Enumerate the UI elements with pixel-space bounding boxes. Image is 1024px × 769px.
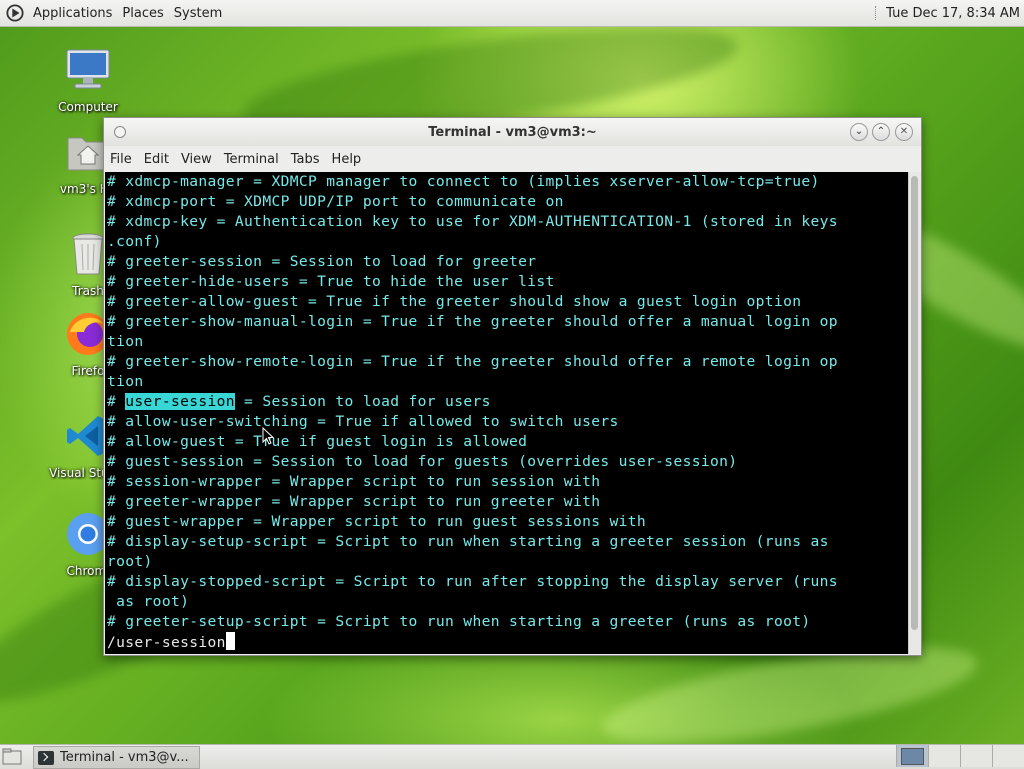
top-panel: Applications Places System Tue Dec 17, 8… bbox=[0, 0, 1024, 27]
terminal-line-highlighted: # user-session = Session to load for use… bbox=[105, 392, 908, 412]
workspace-3[interactable] bbox=[960, 745, 992, 767]
terminal-line: # greeter-wrapper = Wrapper script to ru… bbox=[107, 493, 601, 510]
terminal-line: # greeter-show-remote-login = True if th… bbox=[107, 353, 838, 370]
terminal-line: tion bbox=[107, 333, 144, 350]
menu-system[interactable]: System bbox=[169, 6, 227, 21]
search-match-highlight: user-session bbox=[125, 393, 235, 410]
terminal-icon bbox=[38, 750, 54, 765]
text-cursor bbox=[225, 632, 235, 650]
desktop-icon-label: Computer bbox=[58, 100, 118, 114]
window-menu-icon[interactable] bbox=[114, 126, 126, 138]
taskbar-item-label: Terminal - vm3@v... bbox=[60, 750, 189, 765]
line-rest: = Session to load for users bbox=[234, 393, 491, 410]
terminal-line: # display-setup-script = Script to run w… bbox=[107, 533, 829, 550]
menu-view[interactable]: View bbox=[175, 152, 218, 167]
scrollbar-thumb[interactable] bbox=[911, 176, 918, 630]
bottom-panel: Terminal - vm3@v... bbox=[0, 744, 1024, 769]
workspace-window-thumb bbox=[901, 748, 924, 765]
line-prefix: # bbox=[107, 393, 126, 410]
terminal-line: as root) bbox=[107, 593, 190, 610]
terminal-line: # allow-guest = True if guest login is a… bbox=[107, 433, 528, 450]
menu-file[interactable]: File bbox=[104, 152, 138, 167]
terminal-scrollbar[interactable] bbox=[908, 172, 921, 654]
menu-places[interactable]: Places bbox=[117, 6, 168, 21]
menu-tabs[interactable]: Tabs bbox=[285, 152, 326, 167]
terminal-line: # greeter-allow-guest = True if the gree… bbox=[107, 293, 802, 310]
terminal-prompt-line[interactable]: /user-session bbox=[105, 632, 908, 652]
menu-terminal[interactable]: Terminal bbox=[218, 152, 285, 167]
minimize-button[interactable]: ⌄ bbox=[850, 123, 868, 141]
show-desktop-icon[interactable] bbox=[2, 748, 22, 765]
terminal-line: # guest-wrapper = Wrapper script to run … bbox=[107, 513, 647, 530]
terminal-line: # guest-session = Session to load for gu… bbox=[107, 453, 738, 470]
terminal-menubar: File Edit View Terminal Tabs Help bbox=[104, 146, 921, 172]
workspace-2[interactable] bbox=[928, 745, 960, 767]
close-button[interactable]: ✕ bbox=[895, 123, 913, 141]
terminal-line: # greeter-show-manual-login = True if th… bbox=[107, 313, 838, 330]
clock[interactable]: Tue Dec 17, 8:34 AM bbox=[886, 6, 1024, 21]
menu-help[interactable]: Help bbox=[326, 152, 368, 167]
terminal-line: # xdmcp-key = Authentication key to use … bbox=[107, 213, 838, 230]
terminal-title: Terminal - vm3@vm3:~ bbox=[428, 124, 597, 140]
terminal-line: # display-stopped-script = Script to run… bbox=[107, 573, 838, 590]
terminal-line: tion bbox=[107, 373, 144, 390]
terminal-titlebar[interactable]: Terminal - vm3@vm3:~ ⌄ ⌃ ✕ bbox=[104, 118, 921, 146]
maximize-button[interactable]: ⌃ bbox=[872, 123, 890, 141]
terminal-line: # greeter-session = Session to load for … bbox=[107, 253, 537, 270]
terminal-window[interactable]: Terminal - vm3@vm3:~ ⌄ ⌃ ✕ File Edit Vie… bbox=[103, 117, 922, 656]
workspace-4[interactable] bbox=[992, 745, 1024, 767]
terminal-line: # allow-user-switching = True if allowed… bbox=[107, 413, 619, 430]
terminal-line: # session-wrapper = Wrapper script to ru… bbox=[107, 473, 601, 490]
terminal-line: root) bbox=[107, 553, 153, 570]
terminal-screen[interactable]: # xdmcp-manager = XDMCP manager to conne… bbox=[105, 172, 908, 654]
workspace-1[interactable] bbox=[896, 745, 928, 767]
os-logo-icon[interactable] bbox=[6, 4, 24, 22]
top-panel-right: Tue Dec 17, 8:34 AM bbox=[875, 0, 1024, 26]
terminal-line: .conf) bbox=[107, 233, 162, 250]
menu-applications[interactable]: Applications bbox=[28, 6, 117, 21]
mouse-pointer-icon bbox=[262, 427, 274, 445]
menu-edit[interactable]: Edit bbox=[138, 152, 175, 167]
terminal-line: # greeter-setup-script = Script to run w… bbox=[107, 613, 811, 630]
panel-separator bbox=[875, 6, 878, 20]
terminal-line: # xdmcp-manager = XDMCP manager to conne… bbox=[107, 173, 820, 190]
terminal-line: # greeter-hide-users = True to hide the … bbox=[107, 273, 555, 290]
computer-icon bbox=[66, 49, 110, 89]
terminal-line: # xdmcp-port = XDMCP UDP/IP port to comm… bbox=[107, 193, 564, 210]
search-prompt: /user-session bbox=[107, 634, 226, 651]
desktop-icon-computer[interactable]: Computer bbox=[38, 46, 138, 114]
taskbar-item-terminal[interactable]: Terminal - vm3@v... bbox=[33, 746, 200, 769]
workspace-switcher[interactable] bbox=[896, 745, 1024, 769]
